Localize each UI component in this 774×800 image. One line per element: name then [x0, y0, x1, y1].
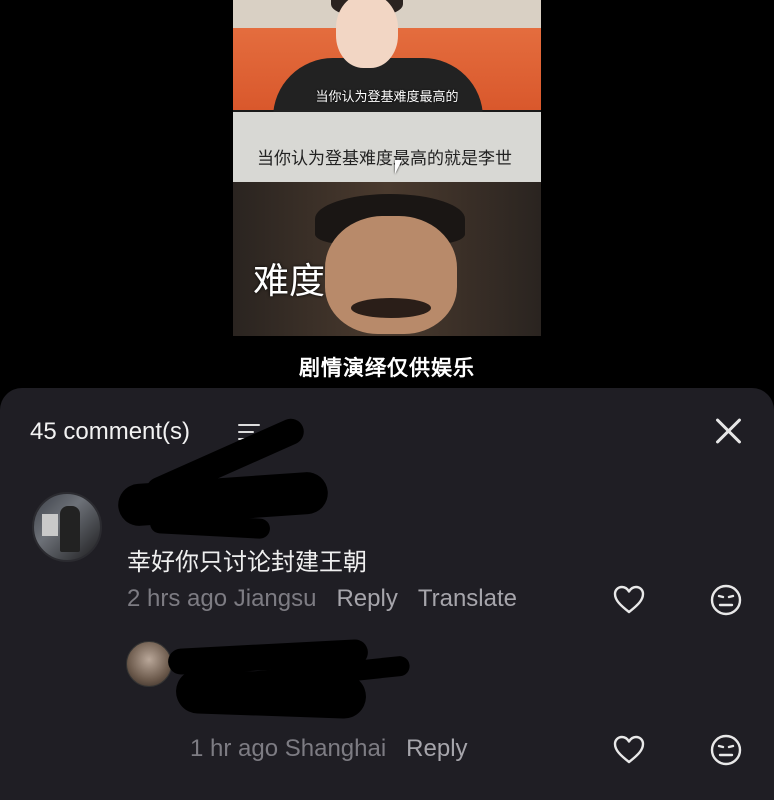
video-top-scene: 当你认为登基难度最高的	[233, 0, 541, 118]
drama-still: 难度	[233, 182, 541, 336]
video-subtitle: 当你认为登基难度最高的	[315, 90, 459, 105]
comment-time-location: 2 hrs ago Jiangsu	[127, 585, 317, 612]
avatar[interactable]	[32, 492, 102, 562]
dislike-emoji-icon[interactable]	[709, 733, 743, 767]
search-page-text: 当你认为登基难度最高的就是李世	[257, 149, 512, 169]
close-icon[interactable]	[712, 415, 744, 447]
video-player[interactable]: 当你认为登基难度最高的 当你认为登基难度最高的就是李世 难度 剧情演绎仅供娱乐	[0, 0, 774, 400]
cursor-icon	[395, 160, 402, 174]
comments-panel: 45 comment(s) 幸好你只讨论封建王朝 2 hrs ago Jiang…	[0, 388, 774, 800]
dislike-emoji-icon[interactable]	[709, 583, 743, 617]
video-frame: 当你认为登基难度最高的 当你认为登基难度最高的就是李世 难度	[233, 0, 541, 336]
presenter-head	[336, 0, 398, 68]
comment-meta: 2 hrs ago Jiangsu Reply Translate	[127, 584, 517, 614]
reply-button[interactable]: Reply	[406, 735, 467, 763]
search-page-strip: 当你认为登基难度最高的就是李世	[233, 112, 541, 182]
video-bottom-scene: 当你认为登基难度最高的就是李世 难度	[233, 112, 541, 336]
reply-button[interactable]: Reply	[336, 585, 397, 613]
avatar[interactable]	[126, 641, 172, 687]
comments-header: 45 comment(s)	[0, 388, 774, 478]
comment-count: 45 comment(s)	[30, 418, 191, 445]
comment-text: 幸好你只讨论封建王朝	[127, 548, 367, 576]
heart-icon[interactable]	[612, 733, 646, 767]
video-disclaimer: 剧情演绎仅供娱乐	[299, 355, 475, 380]
drama-overlay-text: 难度	[253, 261, 326, 302]
heart-icon[interactable]	[612, 583, 646, 617]
translate-button[interactable]: Translate	[418, 585, 517, 613]
comment-meta: 1 hr ago Shanghai Reply	[190, 734, 468, 764]
comment-time-location: 1 hr ago Shanghai	[190, 735, 387, 762]
